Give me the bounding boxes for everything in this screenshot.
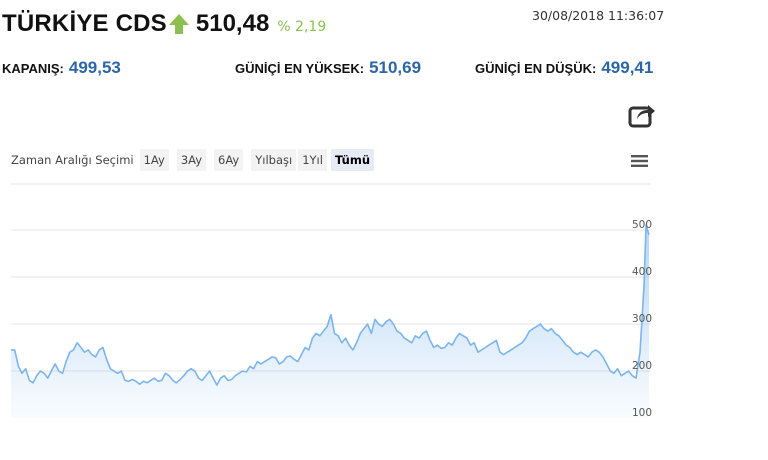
y-tick-label: 300 [632,313,652,325]
low-stat: GÜNİÇİ EN DÜŞÜK: 499,41 [475,58,653,78]
price-change: % 2,19 [277,19,327,35]
title-row: TÜRKİYE CDS 510,48 % 2,19 [2,8,326,40]
range-button-yilbasi[interactable]: Yılbaşı [251,149,297,171]
stats-row: KAPANIŞ: 499,53 GÜNİÇİ EN YÜKSEK: 510,69… [0,58,768,80]
close-stat: KAPANIŞ: 499,53 [2,58,121,78]
y-tick-label: 500 [632,219,652,231]
range-selector: Zaman Aralığı Seçimi 1Ay 3Ay 6Ay Yılbaşı… [11,148,382,172]
range-button-1ay[interactable]: 1Ay [139,149,169,171]
hamburger-menu-icon[interactable] [629,153,651,169]
high-label: GÜNİÇİ EN YÜKSEK: [235,61,365,76]
y-tick-label: 200 [632,360,652,372]
timestamp: 30/08/2018 11:36:07 [532,8,665,23]
y-tick-label: 400 [632,266,652,278]
range-button-6ay[interactable]: 6Ay [214,149,244,171]
range-selector-label: Zaman Aralığı Seçimi [11,153,134,167]
high-value: 510,69 [369,58,422,77]
range-button-tumu[interactable]: Tümü [330,149,375,171]
range-button-1yil[interactable]: 1Yıl [298,149,327,171]
cds-area-chart: 100 200 300 400 500 [11,183,652,419]
low-value: 499,41 [601,58,654,77]
arrow-up-icon [168,14,189,34]
close-value: 499,53 [68,58,121,77]
current-price: 510,48 [195,10,270,37]
high-stat: GÜNİÇİ EN YÜKSEK: 510,69 [235,58,421,78]
y-tick-label: 100 [632,407,652,419]
series-area [11,225,649,418]
close-label: KAPANIŞ: [2,61,64,76]
instrument-title: TÜRKİYE CDS [2,10,167,37]
range-button-3ay[interactable]: 3Ay [176,149,207,171]
share-export-icon[interactable] [627,100,657,130]
low-label: GÜNİÇİ EN DÜŞÜK: [475,61,597,76]
